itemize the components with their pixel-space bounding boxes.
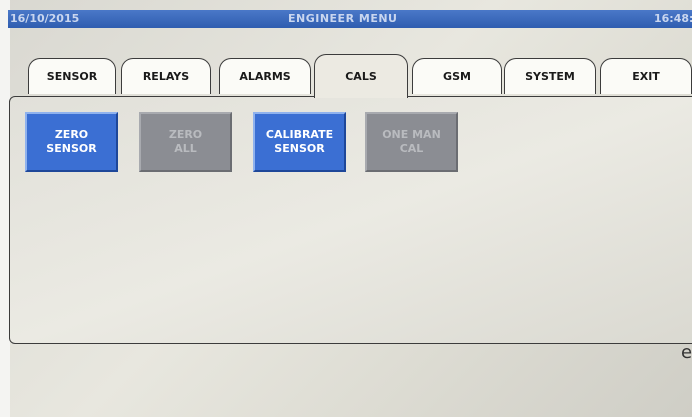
menu-title: ENGINEER MENU xyxy=(288,12,398,25)
edge-text-fragment: e xyxy=(681,342,692,363)
one-man-cal-button: ONE MAN CAL xyxy=(365,112,458,172)
zero-all-button: ZERO ALL xyxy=(139,112,232,172)
tab-cals[interactable]: CALS xyxy=(314,54,408,98)
title-bar: 16/10/2015 ENGINEER MENU 16:48:47 xyxy=(8,10,692,28)
calibrate-sensor-button[interactable]: CALIBRATE SENSOR xyxy=(253,112,346,172)
tab-sensor[interactable]: SENSOR xyxy=(28,58,116,94)
zero-sensor-button[interactable]: ZERO SENSOR xyxy=(25,112,118,172)
device-screen: 16/10/2015 ENGINEER MENU 16:48:47 SENSOR… xyxy=(0,0,692,417)
tab-gsm[interactable]: GSM xyxy=(412,58,502,94)
tab-relays[interactable]: RELAYS xyxy=(121,58,211,94)
time-display: 16:48:47 xyxy=(654,12,692,25)
tab-exit[interactable]: EXIT xyxy=(600,58,692,94)
tab-alarms[interactable]: ALARMS xyxy=(219,58,311,94)
date-display: 16/10/2015 xyxy=(10,12,80,25)
tab-system[interactable]: SYSTEM xyxy=(504,58,596,94)
